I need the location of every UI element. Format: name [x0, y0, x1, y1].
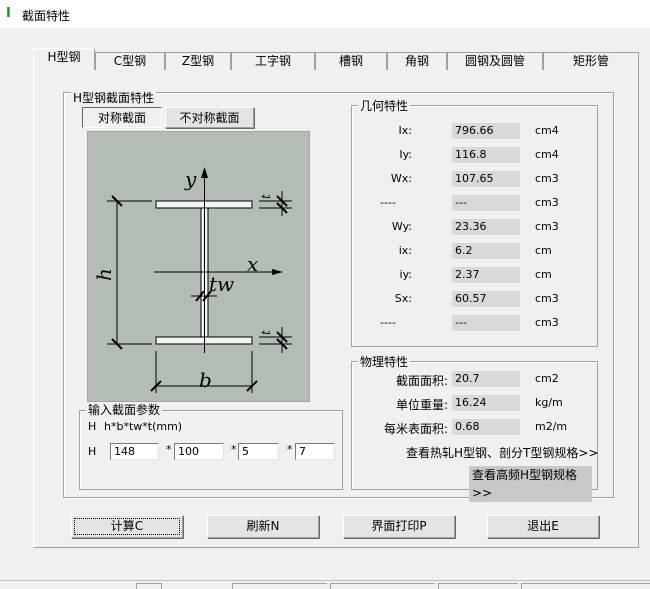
weight-unit: kg/m [535, 396, 563, 409]
area-unit: cm2 [535, 372, 559, 385]
t-input[interactable]: 7 [295, 443, 335, 460]
blank1-value: --- [452, 195, 520, 211]
symmetric-section-button[interactable]: 对称截面 [82, 107, 162, 128]
sep-2: * [231, 443, 237, 456]
exit-button[interactable]: 退出E [487, 515, 599, 538]
input-params-title: 输入截面参数 [86, 403, 163, 417]
geometry-title: 几何特性 [358, 99, 411, 113]
tab-round[interactable]: 圆钢及圆管 [447, 52, 543, 70]
iy-value: 116.8 [452, 147, 520, 163]
tab-channel[interactable]: 槽钢 [315, 52, 387, 70]
b-input[interactable]: 100 [174, 443, 224, 460]
h-input[interactable]: 148 [110, 443, 159, 460]
status-segment [521, 583, 650, 589]
wx-unit: cm3 [535, 172, 559, 185]
weight-value: 16.24 [452, 395, 520, 411]
tab-rect-tube[interactable]: 矩形管 [543, 52, 639, 70]
ry-label: iy: [399, 268, 412, 281]
rx-value: 6.2 [452, 243, 520, 259]
tab-i-steel[interactable]: 工字钢 [231, 52, 315, 70]
diagram-h-label: h [92, 268, 116, 281]
surface-value: 0.68 [452, 419, 520, 435]
tab-c-steel[interactable]: C型钢 [95, 52, 165, 70]
iy-label: Iy: [399, 148, 412, 161]
title-bar [0, 0, 650, 28]
high-freq-link[interactable]: 查看高频H型钢规格>> [469, 466, 592, 502]
hot-rolled-link[interactable]: 查看热轧H型钢、剖分T型钢规格>> [406, 444, 598, 461]
status-segment [136, 583, 162, 589]
ix-label: Ix: [398, 124, 412, 137]
status-segment [232, 583, 327, 589]
area-label: 截面面积: [395, 374, 448, 388]
ix-unit: cm4 [535, 124, 559, 137]
blank2-value: --- [452, 315, 520, 331]
status-segment [438, 583, 518, 589]
wy-label: Wy: [391, 220, 412, 233]
sx-unit: cm3 [535, 292, 559, 305]
wx-value: 107.65 [452, 171, 520, 187]
rx-label: ix: [398, 244, 412, 257]
blank2-label: ---- [380, 316, 396, 329]
input-row-label: H [88, 420, 97, 433]
input-formula: h*b*tw*t(mm) [104, 420, 183, 433]
window-title: 截面特性 [22, 9, 71, 23]
rx-unit: cm [535, 244, 552, 257]
status-segment [330, 583, 435, 589]
tab-z-steel[interactable]: Z型钢 [165, 52, 231, 70]
tw-input[interactable]: 5 [238, 443, 279, 460]
sx-value: 60.57 [452, 291, 520, 307]
input-row-label-2: H [88, 445, 97, 458]
sep-1: * [166, 443, 172, 456]
area-value: 20.7 [452, 371, 520, 387]
diagram-x-label: x [247, 252, 258, 276]
ix-value: 796.66 [452, 123, 520, 139]
i-beam-icon: I [6, 6, 11, 21]
wx-label: Wx: [390, 172, 412, 185]
section-group-title: H型钢截面特性 [71, 91, 157, 105]
sx-label: Sx: [394, 292, 412, 305]
diagram-tw-label: tw [209, 272, 234, 296]
diagram-t-bottom-label: t [259, 330, 273, 335]
calculate-button[interactable]: 计算C [71, 515, 183, 538]
blank2-unit: cm3 [535, 316, 559, 329]
diagram-y-label: y [184, 167, 197, 191]
wy-value: 23.36 [452, 219, 520, 235]
ry-value: 2.37 [452, 267, 520, 283]
print-button[interactable]: 界面打印P [343, 515, 455, 538]
diagram-t-top-label: t [259, 194, 273, 199]
asymmetric-section-button[interactable]: 不对称截面 [165, 107, 254, 128]
tab-h-steel[interactable]: H型钢 [33, 48, 95, 70]
tab-angle[interactable]: 角钢 [387, 52, 447, 70]
ry-unit: cm [535, 268, 552, 281]
blank1-label: ---- [380, 196, 396, 209]
sep-3: * [287, 443, 293, 456]
physical-title: 物理特性 [358, 355, 411, 369]
refresh-button[interactable]: 刷新N [207, 515, 319, 538]
surface-label: 每米表面积: [383, 422, 448, 436]
diagram-b-label: b [199, 368, 212, 392]
h-section-diagram: y x tw b h t t [87, 131, 310, 402]
surface-unit: m2/m [535, 420, 568, 433]
weight-label: 单位重量: [395, 398, 448, 412]
iy-unit: cm4 [535, 148, 559, 161]
blank1-unit: cm3 [535, 196, 559, 209]
wy-unit: cm3 [535, 220, 559, 233]
